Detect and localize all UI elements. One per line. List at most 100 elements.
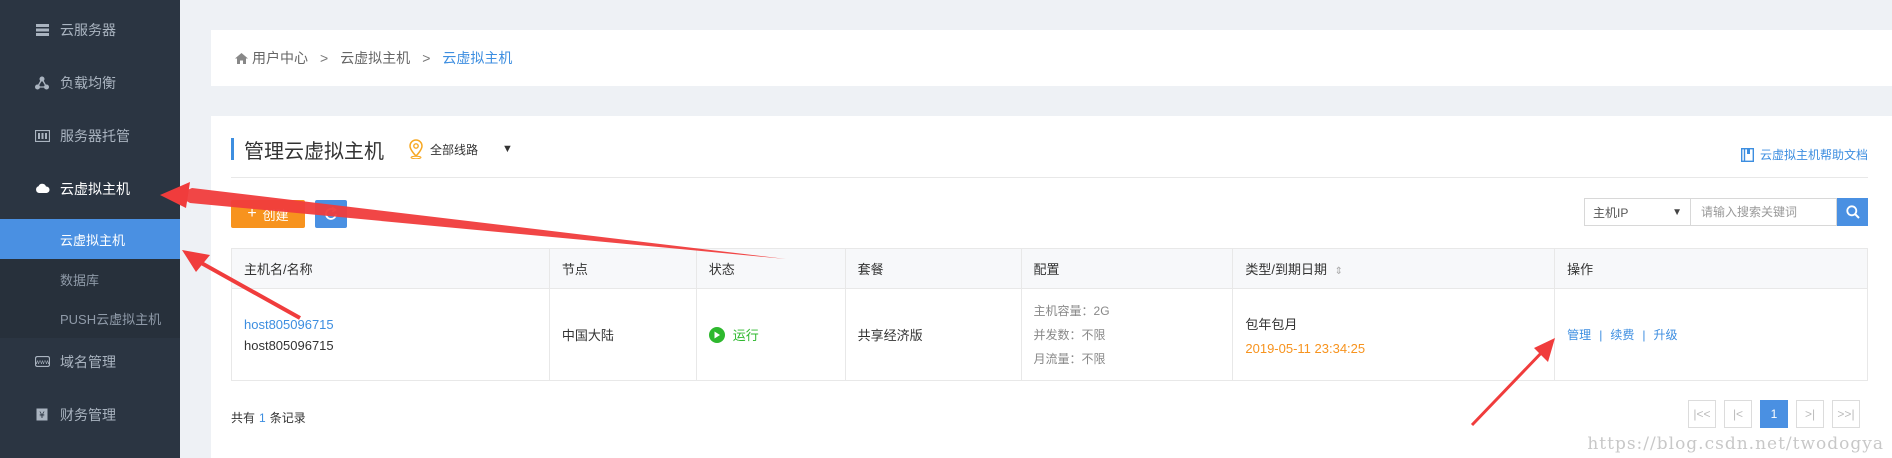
svg-text:¥: ¥ [39,411,45,421]
record-count: 共有 1 条记录 [231,409,306,426]
sidebar-item-cloud-host[interactable]: 云虚拟主机 [0,162,180,215]
svg-text:www: www [35,359,50,366]
ops-divider: | [1642,328,1646,342]
search-field-value: 主机IP [1593,205,1629,220]
sidebar-subitem-push-host[interactable]: PUSH云虚拟主机 [0,298,180,338]
watermark: https://blog.csdn.net/twodogya [1587,434,1884,454]
sidebar-item-label: 服务器托管 [60,127,130,144]
page-number-button[interactable]: 1 [1760,400,1788,428]
search-icon [1845,205,1860,219]
host-link[interactable]: host805096715 [244,317,549,332]
config-concurrency: 并发数：不限 [1033,327,1106,342]
sidebar-item-label: 域名管理 [60,353,116,370]
last-page-button[interactable]: >>| [1832,400,1860,428]
config-capacity: 主机容量：2G [1033,303,1110,318]
book-icon [1740,147,1754,162]
column-header-label: 类型/到期日期 [1245,262,1327,277]
sidebar-item-domain[interactable]: www 域名管理 [0,335,180,388]
sidebar-subitem-label: PUSH云虚拟主机 [60,311,162,327]
config-cell: 主机容量：2G 并发数：不限 月流量：不限 [1020,288,1234,381]
plus-icon: + [247,205,257,222]
search-button[interactable] [1837,198,1868,226]
caret-down-icon: ▼ [1672,206,1682,218]
refresh-icon [324,207,338,221]
title-accent-bar [231,138,234,160]
main-panel: 管理云虚拟主机 全部线路 ▼ 云虚拟主机帮助文档 + 创建 主机IP ▼ 请输入… [211,116,1892,458]
home-icon [235,52,248,64]
column-header: 节点 [548,248,697,289]
breadcrumb-separator: > [422,50,431,66]
next-page-button[interactable]: >| [1796,400,1824,428]
renew-link[interactable]: 续费 [1610,328,1634,342]
column-header: 状态 [695,248,846,289]
hosting-icon [34,128,50,144]
first-page-button[interactable]: |<< [1688,400,1716,428]
status-text: 运行 [732,328,759,343]
help-doc-link[interactable]: 云虚拟主机帮助文档 [1740,146,1868,163]
sidebar-submenu: 云虚拟主机 数据库 PUSH云虚拟主机 [0,219,180,338]
sidebar-item-finance[interactable]: ¥ 财务管理 [0,388,180,441]
breadcrumb-level1-link[interactable]: 云虚拟主机 [340,48,410,68]
host-table: 主机名/名称 节点 状态 套餐 配置 类型/到期日期 ⇕ 操作 host8050… [231,248,1868,381]
config-traffic: 月流量：不限 [1033,351,1106,366]
sidebar: 云服务器 负载均衡 服务器托管 云虚拟主机 云虚拟主机 数据库 PUSH云虚拟主… [0,0,180,458]
sidebar-item-hosting[interactable]: 服务器托管 [0,109,180,162]
server-list-icon [34,22,50,38]
sort-icon: ⇕ [1334,266,1344,277]
billing-type: 包年包月 [1245,316,1298,332]
breadcrumb-separator: > [320,50,329,66]
title-bar: 管理云虚拟主机 全部线路 ▼ [231,136,513,163]
route-filter-value: 全部线路 [430,142,479,157]
breadcrumb: 用户中心 > 云虚拟主机 > 云虚拟主机 [211,30,1892,86]
sidebar-subitem-database[interactable]: 数据库 [0,259,180,299]
sidebar-item-load-balance[interactable]: 负载均衡 [0,56,180,109]
sidebar-subitem-label: 云虚拟主机 [60,232,126,248]
expiry-date: 2019-05-11 23:34:25 [1245,340,1366,356]
table-row: host805096715 host805096715 中国大陆 运行 共享经济… [231,288,1868,381]
location-pin-icon [408,139,424,159]
record-count-number: 1 [259,411,266,425]
sidebar-subitem-label: 数据库 [60,272,100,288]
column-header: 配置 [1020,248,1234,289]
ops-divider: | [1599,328,1603,342]
status-badge: 运行 [708,325,845,344]
host-cell: host805096715 host805096715 [231,288,550,381]
play-icon [708,326,725,343]
table-header-row: 主机名/名称 节点 状态 套餐 配置 类型/到期日期 ⇕ 操作 [231,248,1868,289]
sidebar-subitem-cloud-host[interactable]: 云虚拟主机 [0,219,180,259]
breadcrumb-current: 云虚拟主机 [442,50,513,66]
column-header: 主机名/名称 [231,248,550,289]
manage-link[interactable]: 管理 [1567,328,1591,342]
search-input[interactable] [1690,198,1837,226]
column-header: 套餐 [844,248,1022,289]
column-header-sortable[interactable]: 类型/到期日期 ⇕ [1232,248,1556,289]
record-count-prefix: 共有 [231,411,256,425]
sidebar-item-cloud-server[interactable]: 云服务器 [0,3,180,56]
record-count-suffix: 条记录 [269,411,306,425]
finance-icon: ¥ [34,407,50,423]
help-doc-label: 云虚拟主机帮助文档 [1759,148,1868,162]
route-filter-dropdown[interactable]: 全部线路 ▼ [408,139,513,159]
host-name: host805096715 [244,337,334,353]
ops-cell: 管理 | 续费 | 升级 [1554,288,1868,381]
sidebar-item-label: 云虚拟主机 [60,180,130,197]
sidebar-item-label: 云服务器 [60,21,116,38]
create-button[interactable]: + 创建 [231,200,305,228]
create-button-label: 创建 [262,207,289,223]
sidebar-item-label: 负载均衡 [60,74,116,91]
plan-cell: 共享经济版 [844,288,1022,381]
header-divider [231,177,1868,178]
cloud-host-icon [34,181,50,197]
refresh-button[interactable] [315,200,347,228]
upgrade-link[interactable]: 升级 [1653,328,1677,342]
pagination: |<< |< 1 >| >>| [1680,400,1860,428]
prev-page-button[interactable]: |< [1724,400,1752,428]
status-cell: 运行 [695,288,846,381]
page-title: 管理云虚拟主机 [244,140,384,163]
breadcrumb-home-link[interactable]: 用户中心 [252,48,308,68]
node-cell: 中国大陆 [548,288,697,381]
column-header: 操作 [1554,248,1868,289]
billing-cell: 包年包月 2019-05-11 23:34:25 [1232,288,1556,381]
search-field-select[interactable]: 主机IP ▼ [1584,198,1691,226]
caret-down-icon: ▼ [502,143,513,155]
